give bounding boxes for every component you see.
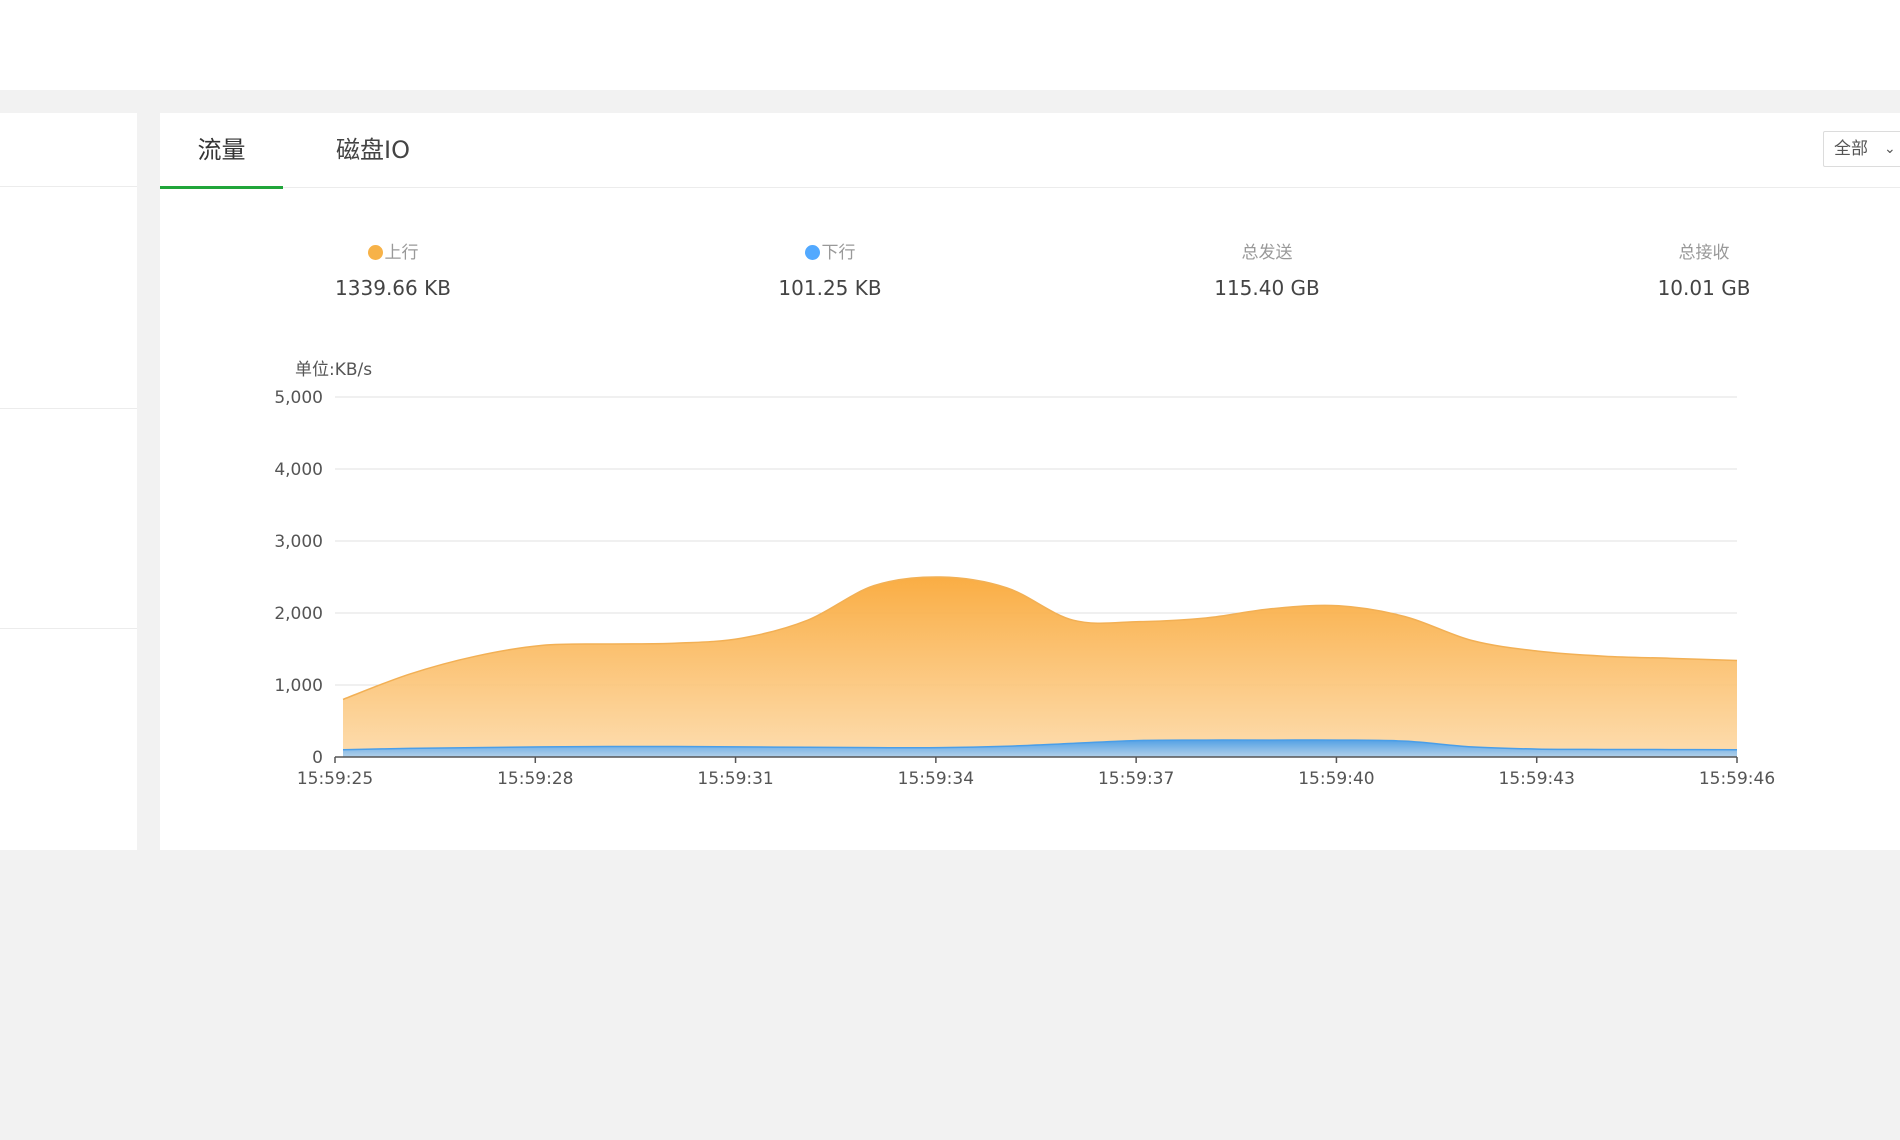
x-tick-label: 15:59:25	[297, 769, 373, 789]
traffic-chart: 0 1,000 2,000 3,000 4,000 5,000 15:59:25 15:59:…	[274, 388, 1775, 789]
x-tick-label: 15:59:37	[1098, 769, 1174, 789]
y-tick-label: 4,000	[274, 460, 323, 480]
y-tick-label: 0	[312, 748, 323, 768]
y-tick-label: 1,000	[274, 676, 323, 696]
x-tick-label: 15:59:34	[898, 769, 974, 789]
y-tick-label: 3,000	[274, 532, 323, 552]
y-tick-label: 2,000	[274, 604, 323, 624]
x-tick-label: 15:59:46	[1699, 769, 1775, 789]
x-tick-label: 15:59:43	[1499, 769, 1575, 789]
y-tick-label: 5,000	[274, 388, 323, 408]
x-tick-label: 15:59:40	[1298, 769, 1374, 789]
x-tick-label: 15:59:28	[497, 769, 573, 789]
x-tick-label: 15:59:31	[697, 769, 773, 789]
